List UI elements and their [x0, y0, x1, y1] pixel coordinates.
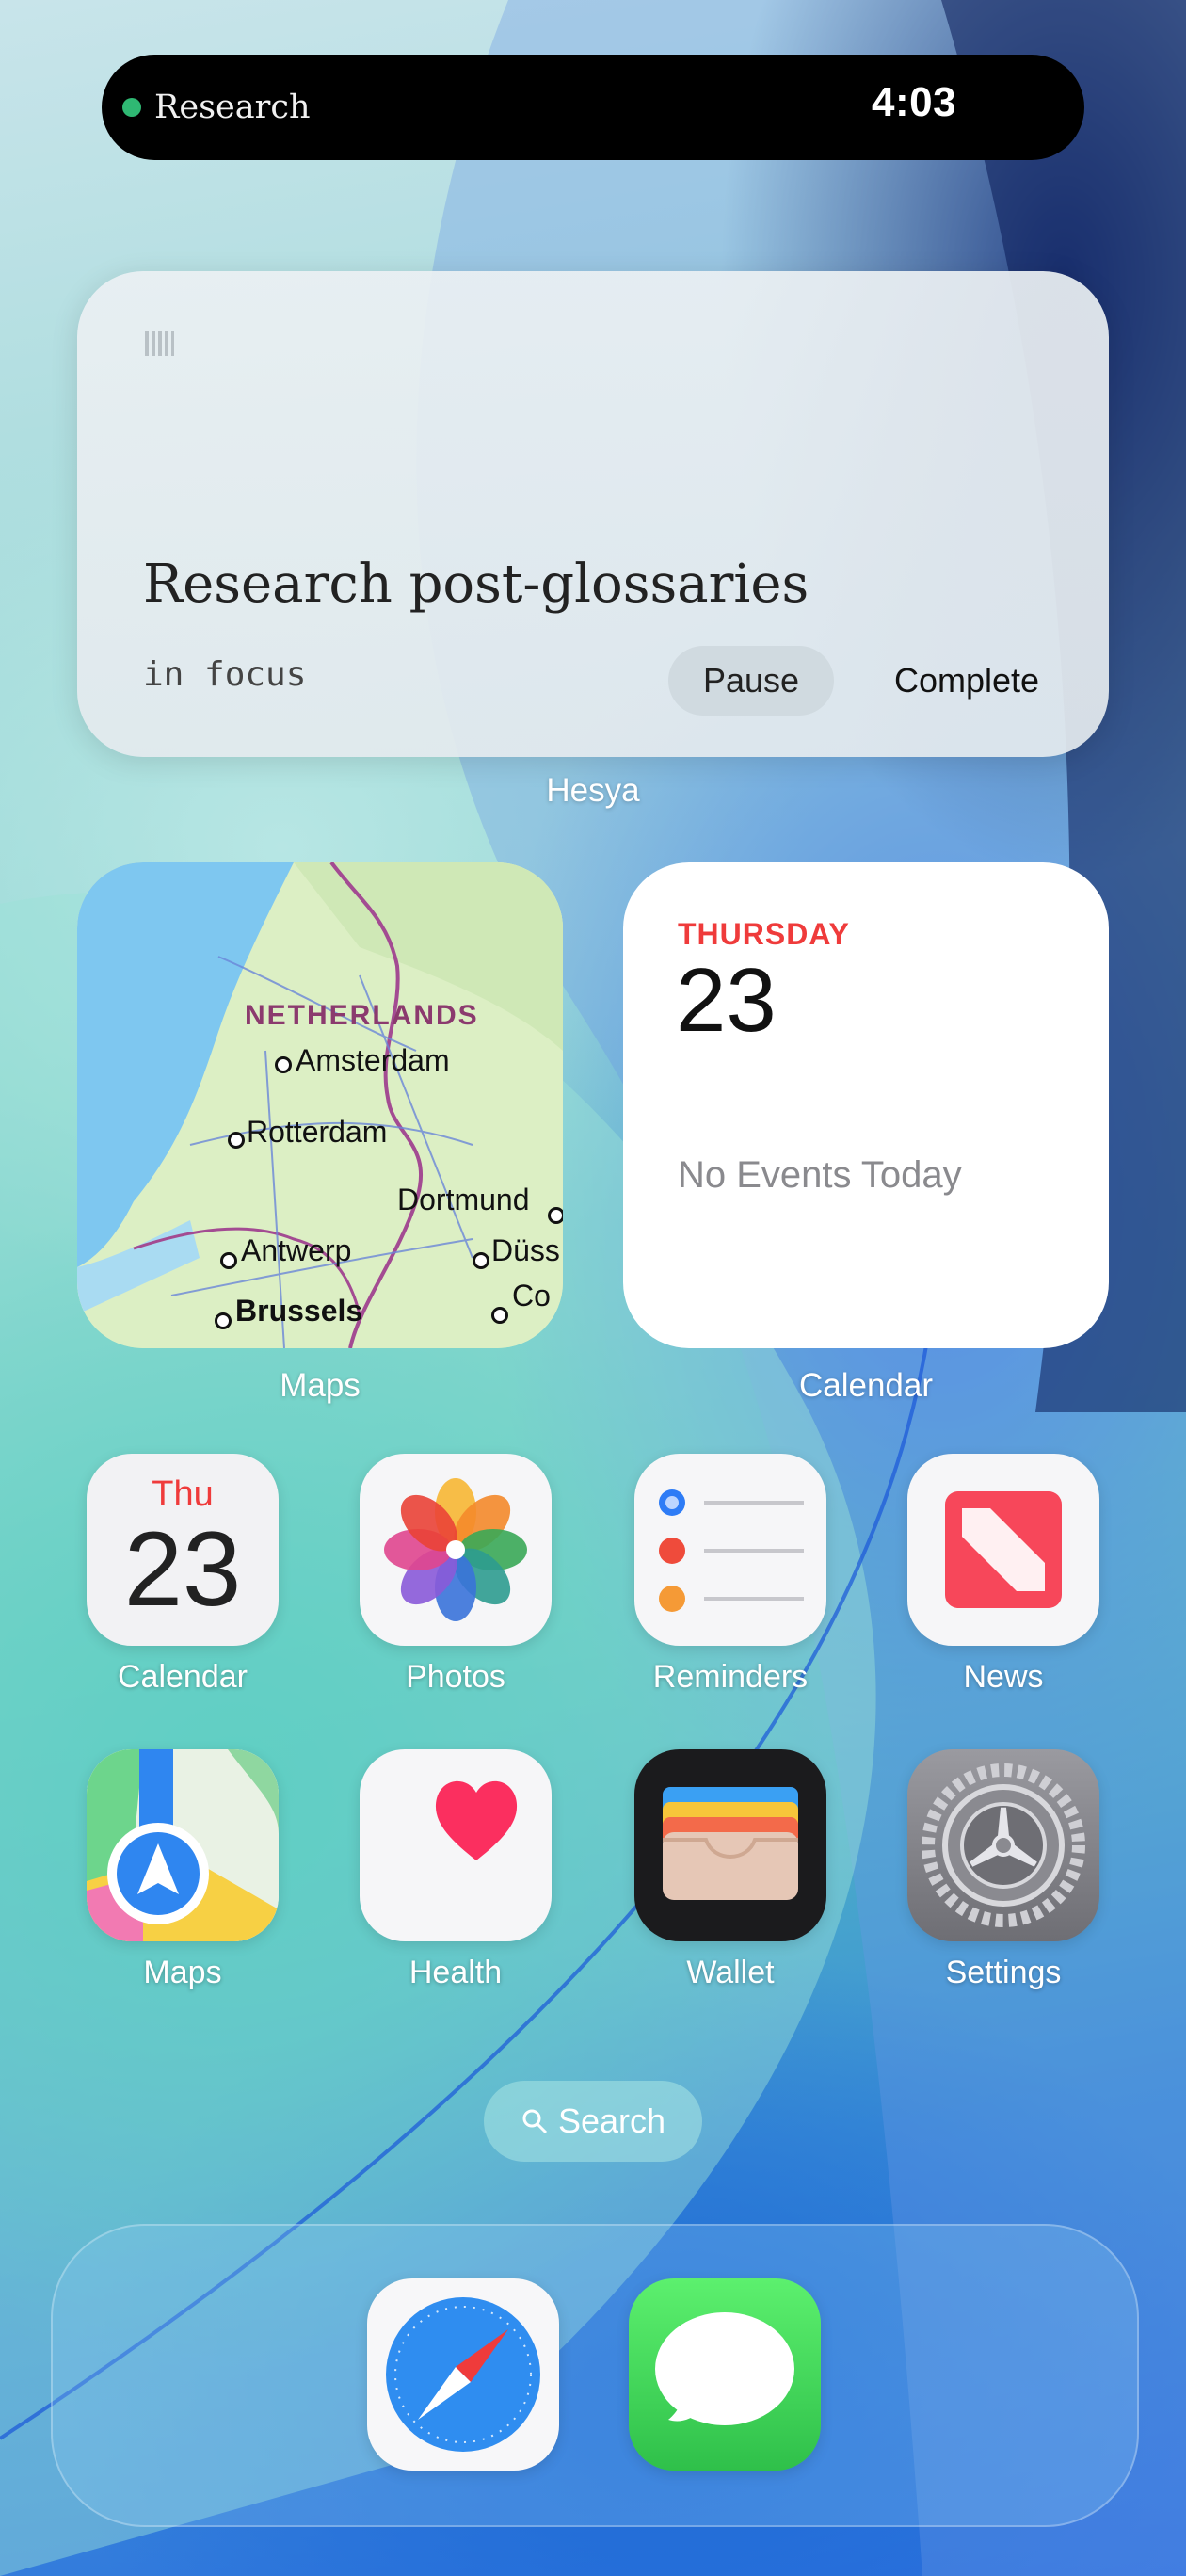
app-label-settings: Settings: [945, 1955, 1062, 1990]
news-logo-icon: [945, 1491, 1062, 1608]
calendar-app-icon[interactable]: Thu 23: [87, 1454, 279, 1646]
wallet-cards-icon: [663, 1787, 798, 1900]
app-label-photos: Photos: [406, 1659, 505, 1695]
map-country-label: NETHERLANDS: [245, 1000, 479, 1031]
calendar-icon-date: 23: [123, 1510, 242, 1628]
focus-task-title: Research post-glossaries: [143, 554, 809, 615]
app-label-calendar: Calendar: [118, 1659, 248, 1695]
city-dot-icon: [220, 1252, 237, 1269]
calendar-widget[interactable]: THURSDAY 23 No Events Today: [623, 862, 1109, 1348]
map-background: [77, 862, 563, 1348]
map-city-label: Dortmund: [397, 1183, 530, 1216]
clock-time: 4:03: [872, 79, 957, 125]
map-city-label: Co: [512, 1279, 551, 1312]
map-city-label: Düss: [491, 1233, 560, 1267]
focus-widget-label: Hesya: [546, 772, 640, 809]
map-city-label: Rotterdam: [247, 1115, 388, 1149]
news-icon[interactable]: [907, 1454, 1099, 1646]
focus-widget[interactable]: Research post-glossaries in focus Pause …: [77, 271, 1109, 757]
wallet-icon[interactable]: [634, 1749, 826, 1941]
timer-bars-icon: [145, 331, 174, 356]
search-label: Search: [557, 2101, 666, 2140]
maps-app-icon[interactable]: [87, 1749, 279, 1941]
calendar-empty-message: No Events Today: [678, 1154, 962, 1196]
focus-state: in focus: [143, 655, 307, 694]
dock: [51, 2224, 1139, 2527]
app-label-news: News: [963, 1659, 1044, 1695]
messages-bubble-icon: [655, 2312, 794, 2425]
settings-gear-icon: [922, 1763, 1085, 1927]
city-dot-icon: [491, 1307, 508, 1324]
search-icon: [522, 2109, 548, 2134]
city-dot-icon: [228, 1132, 245, 1149]
city-dot-icon: [473, 1252, 489, 1269]
live-activity-pill[interactable]: Research 4:03: [102, 55, 1084, 160]
settings-icon[interactable]: [907, 1749, 1099, 1941]
health-icon[interactable]: [360, 1749, 552, 1941]
map-city-label: Brussels: [235, 1294, 363, 1328]
calendar-weekday: THURSDAY: [678, 917, 850, 951]
maps-arrow-icon: [87, 1749, 279, 1941]
city-dot-icon: [215, 1312, 232, 1329]
map-city-label: Antwerp: [241, 1233, 352, 1267]
calendar-widget-label: Calendar: [798, 1367, 934, 1404]
safari-icon[interactable]: [367, 2278, 559, 2471]
maps-widget[interactable]: NETHERLANDS Amsterdam Rotterdam Dortmund…: [77, 862, 563, 1348]
maps-widget-label: Maps: [280, 1367, 361, 1404]
app-label-reminders: Reminders: [652, 1659, 809, 1695]
city-dot-icon: [548, 1207, 563, 1224]
city-dot-icon: [275, 1056, 292, 1073]
health-heart-icon: [435, 1780, 518, 1860]
app-label-wallet: Wallet: [686, 1955, 775, 1990]
search-pill[interactable]: Search: [484, 2081, 702, 2162]
photos-icon[interactable]: [360, 1454, 552, 1646]
safari-compass-icon: [386, 2297, 540, 2452]
activity-label: Research: [154, 89, 311, 126]
map-city-label: Amsterdam: [296, 1043, 450, 1077]
complete-button[interactable]: Complete: [868, 646, 1066, 716]
messages-icon[interactable]: [629, 2278, 821, 2471]
app-label-maps: Maps: [143, 1955, 222, 1990]
reminders-icon[interactable]: [634, 1454, 826, 1646]
calendar-date: 23: [676, 950, 777, 1051]
activity-dot-icon: [122, 98, 141, 117]
photos-flower-icon: [384, 1478, 527, 1621]
app-label-health: Health: [409, 1955, 503, 1990]
pause-button[interactable]: Pause: [668, 646, 834, 716]
reminders-list-icon: [659, 1489, 804, 1612]
